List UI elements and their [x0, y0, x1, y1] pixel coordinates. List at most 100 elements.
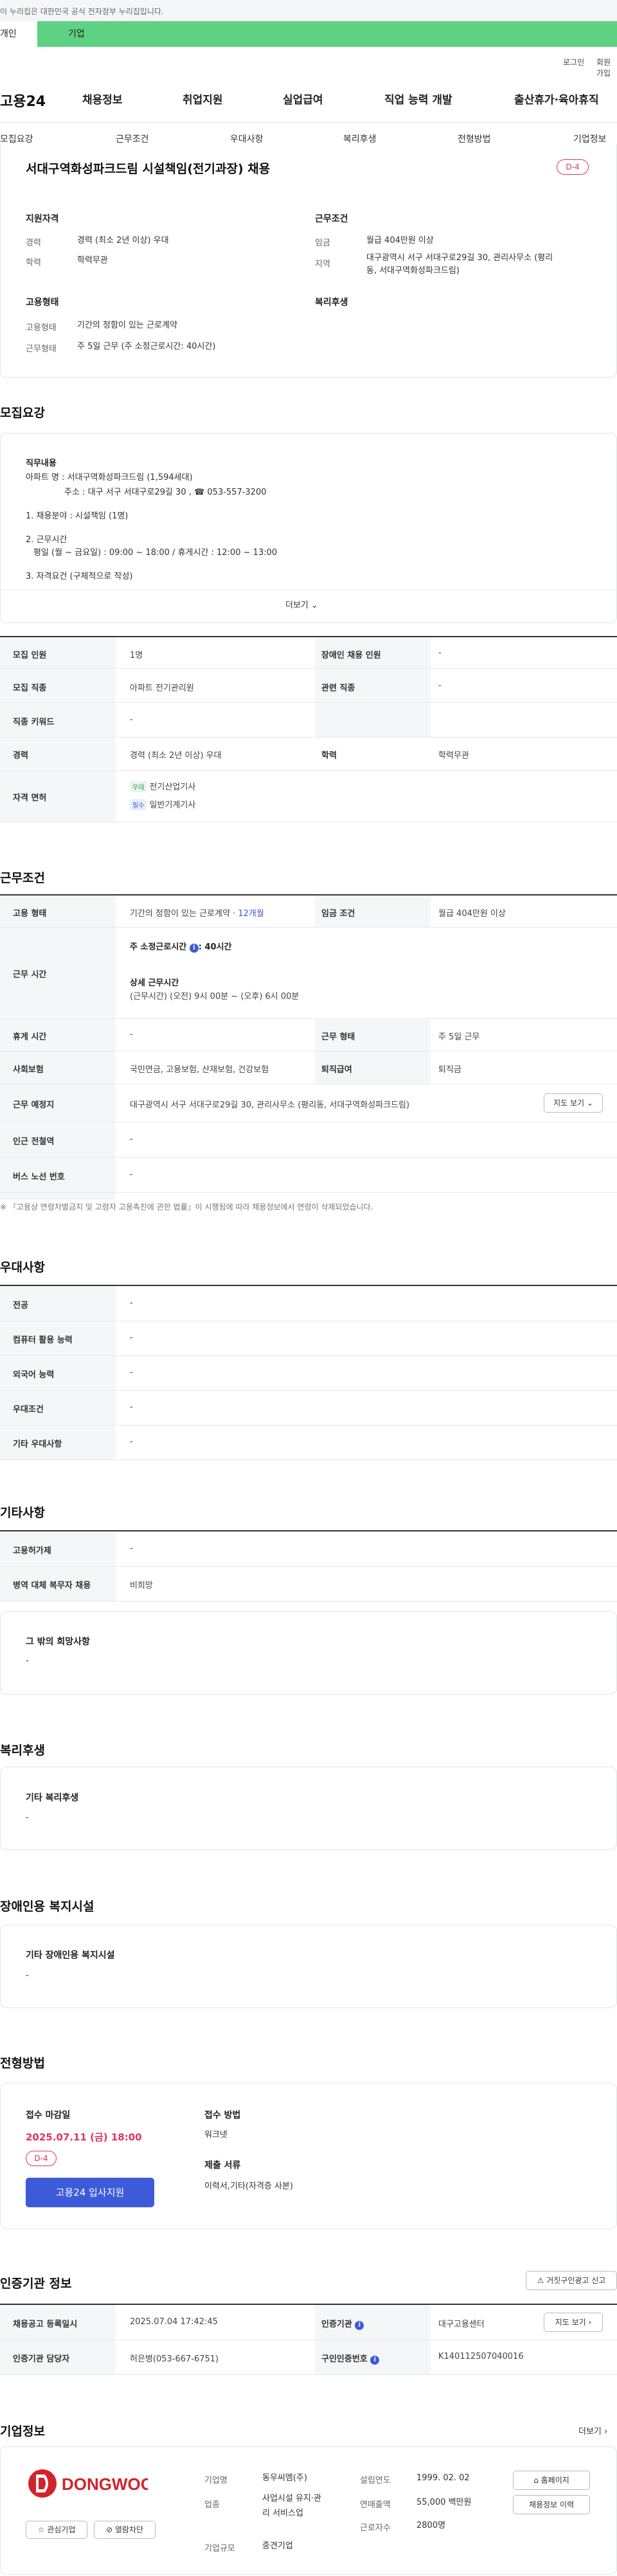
job-category-label: 모집 직종 [13, 684, 47, 693]
work-time-label: 근무 시간 [13, 970, 47, 980]
welfare-heading: 복리후생 [0, 1743, 45, 1758]
duty-line-3: 1. 채용분야 : 시설책임 (1명) [26, 511, 129, 521]
reg-date-label: 채용공고 등록일시 [13, 2320, 78, 2329]
chevron-down-icon: ⌄ [586, 1098, 593, 1107]
info-icon[interactable]: i [355, 2321, 364, 2330]
gnb-item-parental-leave[interactable]: 출산휴가·육아휴직 [514, 91, 599, 107]
job-category-value: 아파트 전기관리원 [130, 684, 194, 693]
disabled-facility-sub: 기타 장애인용 복지시설 [26, 1950, 115, 1961]
education-value: 학력무관 [77, 256, 108, 265]
work-form-label: 근무 형태 [321, 1032, 355, 1042]
conditions-section-heading: 근무조건 [0, 871, 45, 885]
row-divider [0, 702, 617, 703]
map-view-button[interactable]: 지도 보기 ⌄ [544, 1093, 603, 1113]
report-fake-ad-label: 거짓구인광고 신고 [546, 2276, 606, 2285]
region-label: 지역 [315, 260, 330, 269]
homepage-button[interactable]: ⌂ 홈페이지 [513, 2471, 590, 2490]
bus-label: 버스 노선 번호 [13, 1172, 65, 1182]
bus-value: - [130, 1170, 133, 1179]
wage-value: 월급 404만원 이상 [366, 236, 434, 245]
license-name: 전기산업기사 [149, 782, 196, 792]
license-item: 필수 일반기계기사 [130, 798, 195, 810]
duty-line-2: 주소 : 대구 서구 서대구로29길 30 , ☎ 053-557-3200 [64, 488, 267, 497]
industry-value-line1: 사업시설 유지·관 [262, 2494, 321, 2503]
cert-heading: 인증기관 정보 [0, 2277, 72, 2291]
interest-company-button[interactable]: ☆ 관심기업 [26, 2521, 87, 2539]
info-icon[interactable]: i [370, 2356, 380, 2365]
row-divider [0, 1018, 617, 1019]
anchor-conditions[interactable]: 근무조건 [116, 132, 149, 145]
join-link[interactable]: 회원가입 [596, 57, 617, 78]
emp-form-label: 고용 형태 [13, 909, 47, 919]
job-history-button[interactable]: 채용정보 이력 [513, 2495, 590, 2514]
more-button[interactable]: 더보기 ⌄ [285, 598, 318, 610]
interest-company-label: 관심기업 [47, 2525, 76, 2534]
computer-label: 컴퓨터 활용 능력 [13, 1336, 73, 1345]
work-permit-label: 고용허가제 [13, 1546, 51, 1556]
company-more-link[interactable]: 더보기 › [578, 2424, 607, 2437]
region-value-line2: 동, 서대구역화성파크드림) [366, 266, 460, 276]
work-place-value: 대구광역시 서구 서대구로29길 30, 관리사무소 (평리동, 서대구역화성파… [130, 1100, 410, 1110]
founded-value: 1999. 02. 02 [416, 2473, 470, 2483]
wage-cond-value: 월급 404만원 이상 [438, 909, 506, 919]
gnb-item-vocational-training[interactable]: 직업 능력 개발 [384, 91, 452, 107]
rest-time-label: 휴게 시간 [13, 1032, 47, 1042]
info-icon[interactable]: i [189, 944, 199, 953]
chevron-down-icon: ⌄ [311, 601, 318, 610]
tab-individual[interactable]: 개인 [0, 21, 37, 47]
work-time-detail: (근무시간) (오전) 9시 00분 ~ (오후) 6시 00분 [130, 992, 300, 1001]
welfare-summary-heading: 복리후생 [315, 297, 348, 308]
disabled-facility-value: - [26, 1971, 29, 1981]
license-tag-preferred: 우대 [130, 781, 147, 792]
wish-value: - [26, 1656, 29, 1666]
gnb-item-unemployment-benefit[interactable]: 실업급여 [283, 91, 323, 107]
cert-map-button[interactable]: 지도 보기 › [544, 2313, 603, 2332]
row-divider [0, 2374, 617, 2375]
related-category-value: - [438, 681, 442, 691]
retirement-value: 퇴직금 [438, 1065, 461, 1075]
station-value: - [130, 1134, 133, 1144]
pref-cond-label: 우대조건 [13, 1405, 44, 1415]
work-form-value: 주 5일 근무 [438, 1032, 480, 1042]
report-fake-ad-button[interactable]: ⚠ 거짓구인광고 신고 [526, 2271, 617, 2290]
anchor-welfare[interactable]: 복리후생 [343, 132, 377, 145]
sales-label: 연매출액 [360, 2500, 391, 2510]
chevron-right-icon: › [588, 2318, 592, 2327]
block-company-button[interactable]: ⊘ 열람차단 [94, 2521, 156, 2539]
anchor-recruit[interactable]: 모집요강 [0, 132, 33, 145]
pref-other-value: - [130, 1437, 133, 1447]
tab-company[interactable]: 기업 [37, 21, 617, 47]
anchor-company[interactable]: 기업정보 [573, 132, 607, 145]
gnb-item-jobs[interactable]: 채용정보 [82, 91, 123, 107]
age-notice: ※ 『고용상 연령차별금지 및 고령자 고용촉진에 관한 법률』이 시행됨에 따… [0, 1203, 373, 1212]
anchor-selection[interactable]: 전형방법 [458, 132, 491, 145]
dday-badge: D-4 [557, 159, 589, 175]
login-link[interactable]: 로그인 [563, 57, 584, 67]
alert-icon: ⚠ [537, 2276, 544, 2285]
license-name: 일반기계기사 [149, 800, 196, 810]
wish-heading: 그 밖의 희망사항 [26, 1637, 90, 1647]
apply-button[interactable]: 고용24 입사지원 [26, 2178, 154, 2207]
disabled-facility-heading: 장애인용 복지시설 [0, 1900, 94, 1914]
gnb-divider [0, 122, 617, 123]
other-heading: 기타사항 [0, 1506, 45, 1520]
gov-banner-text: 이 누리집은 대한민국 공식 전자정부 누리집입니다. [0, 7, 164, 16]
site-logo[interactable]: 고용24 [0, 90, 46, 110]
conditions-th-col1 [0, 895, 116, 1200]
map-view-label: 지도 보기 [553, 1098, 585, 1107]
recruit-heading: 모집요강 [0, 406, 45, 420]
gnb-item-employment-support[interactable]: 취업지원 [183, 91, 223, 107]
founded-label: 설립연도 [360, 2476, 391, 2485]
duty-line-6: 3. 자격요건 (구체적으로 작성) [26, 572, 133, 581]
recruit-count-label: 모집 인원 [13, 651, 47, 660]
documents-heading: 제출 서류 [204, 2160, 241, 2171]
work-type-value: 주 5일 근무 (주 소정근로시간: 40시간) [77, 342, 216, 351]
row-divider [0, 1051, 617, 1052]
duty-line-5: 평일 (월 ~ 금요일) : 09:00 ~ 18:00 / 휴게시간 : 12… [33, 548, 278, 558]
work-time-main: 주 소정근로시간 i: 40시간 [130, 940, 232, 953]
anchor-preference[interactable]: 우대사항 [230, 132, 264, 145]
apply-method-value: 워크넷 [204, 2130, 228, 2140]
emp-form-text: 기간의 정함이 있는 근로계약 · [130, 909, 238, 919]
recruit-count-value: 1명 [130, 651, 143, 660]
company-more-label: 더보기 [578, 2427, 602, 2437]
